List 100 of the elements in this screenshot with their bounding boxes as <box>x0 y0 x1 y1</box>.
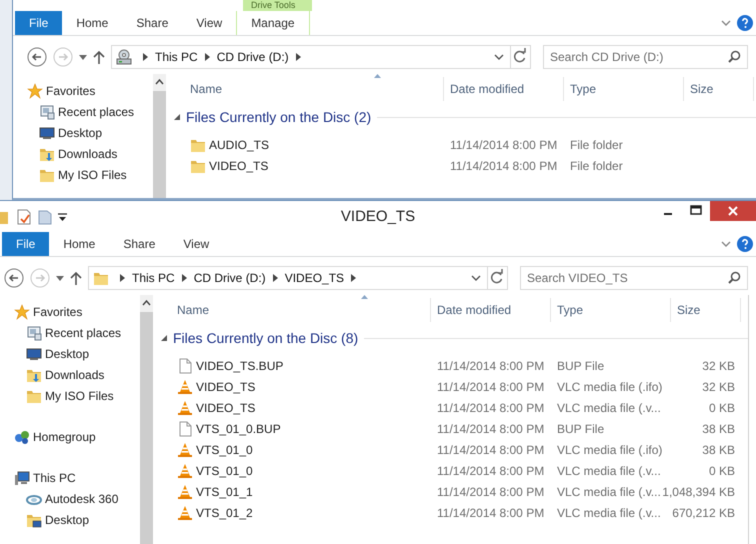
properties-icon[interactable] <box>16 209 32 225</box>
file-tab[interactable]: File <box>2 232 50 256</box>
nav-item[interactable]: Homegroup <box>33 428 96 446</box>
help-icon[interactable] <box>737 236 753 252</box>
chevron-down-icon[interactable] <box>494 53 504 61</box>
monitor-icon <box>26 346 42 362</box>
group-header[interactable]: Files Currently on the Disc (8) <box>173 328 358 348</box>
nav-item[interactable]: Favorites <box>46 82 96 100</box>
search-icon[interactable] <box>728 50 741 63</box>
search-field[interactable]: Search CD Drive (D:) <box>543 45 748 69</box>
date-cell-text: 11/14/2014 8:00 PM <box>436 358 546 374</box>
breadcrumb-link[interactable]: CD Drive (D:) <box>216 48 289 66</box>
nav-item[interactable]: Recent places <box>58 102 134 120</box>
nav-item[interactable]: Autodesk 360 <box>45 490 118 508</box>
chevron-down-icon[interactable] <box>721 19 731 27</box>
column-header[interactable]: Date modified <box>431 298 551 322</box>
address-bar[interactable]: This PC CD Drive (D:) <box>111 45 531 69</box>
up-arrow-icon[interactable] <box>93 50 105 64</box>
address-bar[interactable]: This PC CD Drive (D:) VIDEO_TS <box>88 266 508 290</box>
chevron-down-icon[interactable] <box>471 274 481 282</box>
customize-dropdown-icon[interactable] <box>58 213 67 221</box>
ribbon-tab[interactable]: Share <box>109 232 170 256</box>
nav-item[interactable]: Downloads <box>58 144 118 162</box>
nav-item[interactable]: Recent places <box>45 324 122 342</box>
collapse-arrow-icon[interactable] <box>161 335 167 341</box>
disc-drive-icon <box>116 49 132 65</box>
date-cell-text: 11/14/2014 8:00 PM <box>436 378 546 396</box>
breadcrumb-link[interactable]: This PC <box>155 48 198 66</box>
chevron-down-icon[interactable] <box>721 240 731 248</box>
file-name[interactable]: VTS_01_0.BUP <box>196 420 281 438</box>
date-cell-text: 11/14/2014 8:00 PM <box>436 442 546 458</box>
collapse-arrow-icon[interactable] <box>174 114 180 120</box>
file-name[interactable]: VIDEO_TS <box>196 398 256 416</box>
nav-item[interactable]: Desktop <box>45 510 90 528</box>
dropdown-icon[interactable] <box>56 276 64 280</box>
up-arrow-icon[interactable] <box>70 271 82 285</box>
type-cell-text: BUP File <box>556 358 606 374</box>
column-header[interactable]: Type <box>564 77 684 101</box>
date-cell-text: 11/14/2014 8:00 PM <box>436 462 546 480</box>
ribbon-tab[interactable]: Home <box>62 11 122 35</box>
nav-item[interactable]: Desktop <box>45 344 90 362</box>
file-name[interactable]: AUDIO_TS <box>209 136 270 154</box>
scrollbar[interactable] <box>153 74 166 198</box>
file-name[interactable]: VIDEO_TS.BUP <box>196 356 284 374</box>
file-name[interactable]: VIDEO_TS <box>196 378 256 396</box>
ribbon-tab[interactable]: View <box>182 11 236 35</box>
file-name[interactable]: VIDEO_TS <box>209 156 268 174</box>
type-cell-text: File folder <box>569 158 624 174</box>
search-field[interactable]: Search VIDEO_TS <box>520 266 748 290</box>
scroll-up-icon[interactable] <box>140 295 153 312</box>
size-cell-text: 0 KB <box>708 462 735 480</box>
traffic-cone-icon <box>177 400 193 416</box>
column-header[interactable]: Type <box>551 298 671 322</box>
breadcrumb-arrow-icon[interactable] <box>143 53 148 61</box>
type-cell-text: File folder <box>569 136 624 154</box>
new-folder-icon[interactable] <box>38 209 52 225</box>
column-header[interactable]: Date modified <box>444 77 564 101</box>
nav-item[interactable]: My ISO Files <box>45 386 114 404</box>
breadcrumb-link[interactable]: CD Drive (D:) <box>194 269 266 287</box>
homegroup-icon <box>14 428 30 444</box>
file-icon <box>177 358 193 374</box>
nav-item[interactable]: Desktop <box>58 124 102 142</box>
nav-item[interactable]: Downloads <box>45 366 104 384</box>
column-header[interactable]: Size <box>684 77 754 101</box>
back-icon[interactable] <box>27 47 47 67</box>
search-icon[interactable] <box>728 271 741 284</box>
breadcrumb-arrow-icon[interactable] <box>296 53 301 61</box>
ribbon-tab[interactable]: View <box>169 232 224 256</box>
file-tab[interactable]: File <box>15 11 62 35</box>
ribbon-tab[interactable]: Home <box>49 232 110 256</box>
breadcrumb-link[interactable]: This PC <box>132 269 175 287</box>
breadcrumb-arrow-icon[interactable] <box>204 53 210 61</box>
contextual-tab-label: Drive Tools <box>243 0 312 11</box>
breadcrumb-arrow-icon[interactable] <box>351 274 356 282</box>
back-icon[interactable] <box>4 268 24 288</box>
column-header[interactable]: Size <box>671 298 741 322</box>
nav-item[interactable]: This PC <box>33 468 76 486</box>
recent-places-icon <box>26 324 42 340</box>
breadcrumb-arrow-icon[interactable] <box>182 274 187 282</box>
scroll-up-icon[interactable] <box>153 74 166 91</box>
ribbon-tab[interactable]: Share <box>122 11 182 35</box>
help-icon[interactable] <box>737 15 753 31</box>
file-name[interactable]: VTS_01_2 <box>196 504 253 522</box>
breadcrumb-arrow-icon[interactable] <box>120 274 125 282</box>
computer-icon <box>14 470 30 486</box>
file-name[interactable]: VTS_01_0 <box>196 462 253 480</box>
close-icon[interactable] <box>710 201 756 221</box>
dropdown-icon[interactable] <box>79 54 87 60</box>
nav-item[interactable]: My ISO Files <box>58 166 127 184</box>
type-cell-text: VLC media file (.ifo) <box>556 442 664 458</box>
file-name[interactable]: VTS_01_0 <box>196 440 253 458</box>
breadcrumb-link[interactable]: VIDEO_TS <box>284 269 344 287</box>
file-name[interactable]: VTS_01_1 <box>196 482 253 500</box>
breadcrumb-arrow-icon[interactable] <box>272 274 278 282</box>
recent-places-icon <box>39 104 55 120</box>
group-header[interactable]: Files Currently on the Disc (2) <box>186 106 372 128</box>
nav-item[interactable]: Favorites <box>33 302 82 320</box>
star-icon <box>27 82 43 98</box>
scrollbar[interactable] <box>140 295 153 544</box>
size-cell-text: 38 KB <box>701 420 735 438</box>
